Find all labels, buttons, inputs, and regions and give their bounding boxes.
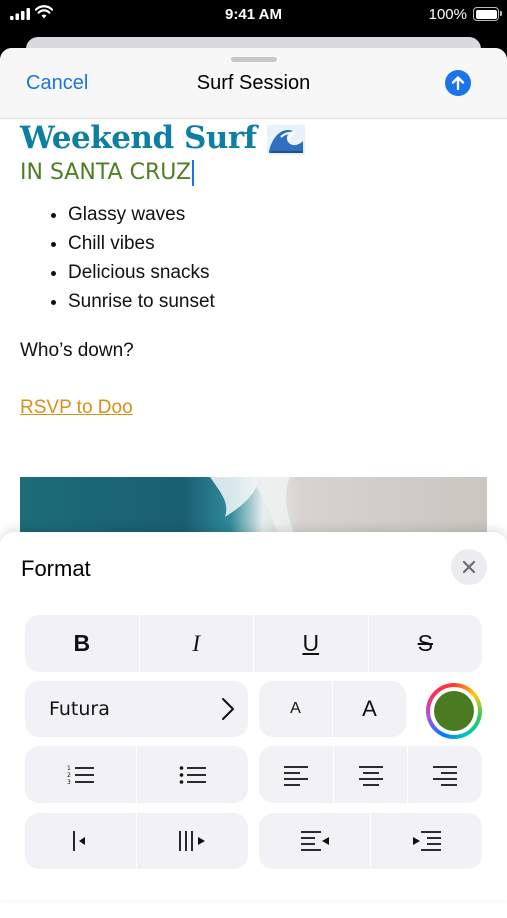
indent-button[interactable] — [370, 813, 482, 869]
align-left-button[interactable] — [259, 746, 333, 803]
list-style-group: 1 2 3 — [25, 746, 248, 803]
align-left-icon — [283, 765, 308, 786]
svg-text:3: 3 — [67, 779, 71, 786]
block-quote-group — [25, 813, 248, 869]
page-title: Surf Session — [196, 72, 311, 94]
subheading-text: IN SANTA CRUZ — [20, 160, 192, 185]
numbered-list-button[interactable]: 1 2 3 — [25, 746, 136, 803]
quote-increase-icon — [178, 831, 205, 851]
battery-percent: 100% — [428, 6, 467, 23]
decrease-font-size-button[interactable]: A — [259, 681, 332, 737]
svg-text:1: 1 — [67, 765, 71, 772]
increase-font-size-button[interactable]: A — [332, 681, 406, 737]
heading-text: Weekend Surf — [20, 120, 257, 156]
list-item: Delicious snacks — [68, 258, 490, 287]
format-panel: Format B I U S Futura A A 1 2 3 — [0, 532, 507, 900]
underline-button[interactable]: U — [253, 615, 368, 672]
outdent-icon — [300, 831, 329, 851]
chevron-right-icon — [222, 698, 234, 720]
numbered-list-icon: 1 2 3 — [67, 765, 94, 786]
bold-button[interactable]: B — [25, 615, 139, 672]
status-bar: 9:41 AM 100% — [0, 0, 507, 30]
send-button[interactable] — [445, 70, 471, 96]
list-item: Sunrise to sunset — [68, 287, 490, 316]
wave-emoji-icon — [266, 124, 305, 155]
arrow-up-icon — [451, 76, 465, 91]
close-button[interactable] — [451, 549, 487, 585]
outdent-button[interactable] — [259, 813, 370, 869]
close-icon — [462, 560, 476, 574]
text-style-group: B I U S — [25, 615, 482, 672]
bulleted-list-icon — [179, 765, 206, 784]
text-cursor — [192, 160, 195, 186]
font-size-group: A A — [259, 681, 406, 737]
format-panel-title: Format — [21, 556, 91, 581]
bulleted-list-button[interactable] — [136, 746, 248, 803]
align-center-icon — [358, 765, 383, 786]
quote-increase-button[interactable] — [136, 813, 248, 869]
align-center-button[interactable] — [332, 746, 408, 803]
font-picker: Futura — [25, 681, 248, 737]
font-name: Futura — [49, 698, 110, 720]
nav-bar: Cancel Surf Session — [0, 48, 507, 119]
align-right-button[interactable] — [407, 746, 482, 803]
note-heading[interactable]: Weekend Surf — [20, 120, 490, 156]
note-subheading[interactable]: IN SANTA CRUZ — [20, 160, 490, 186]
list-item: Chill vibes — [68, 229, 490, 258]
question-text: Who’s down? — [20, 340, 134, 361]
quote-decrease-icon — [72, 831, 85, 851]
indent-icon — [412, 831, 441, 851]
indent-group — [259, 813, 482, 869]
bullet-list[interactable]: Glassy waves Chill vibes Delicious snack… — [20, 200, 490, 316]
list-item: Glassy waves — [68, 200, 490, 229]
svg-text:2: 2 — [67, 772, 71, 779]
battery-icon — [473, 7, 502, 21]
alignment-group — [259, 746, 482, 803]
sheet-grabber[interactable] — [231, 57, 277, 62]
align-right-icon — [433, 765, 458, 786]
italic-button[interactable]: I — [138, 615, 254, 672]
strikethrough-button[interactable]: S — [367, 615, 483, 672]
text-color-button[interactable] — [426, 683, 482, 739]
font-picker-button[interactable]: Futura — [25, 681, 248, 737]
note-body[interactable]: Weekend Surf IN SANTA CRUZ Glassy waves … — [20, 120, 490, 537]
rsvp-link[interactable]: RSVP to Doo — [20, 397, 133, 419]
quote-decrease-button[interactable] — [25, 813, 136, 869]
beach-photo[interactable] — [20, 477, 487, 537]
